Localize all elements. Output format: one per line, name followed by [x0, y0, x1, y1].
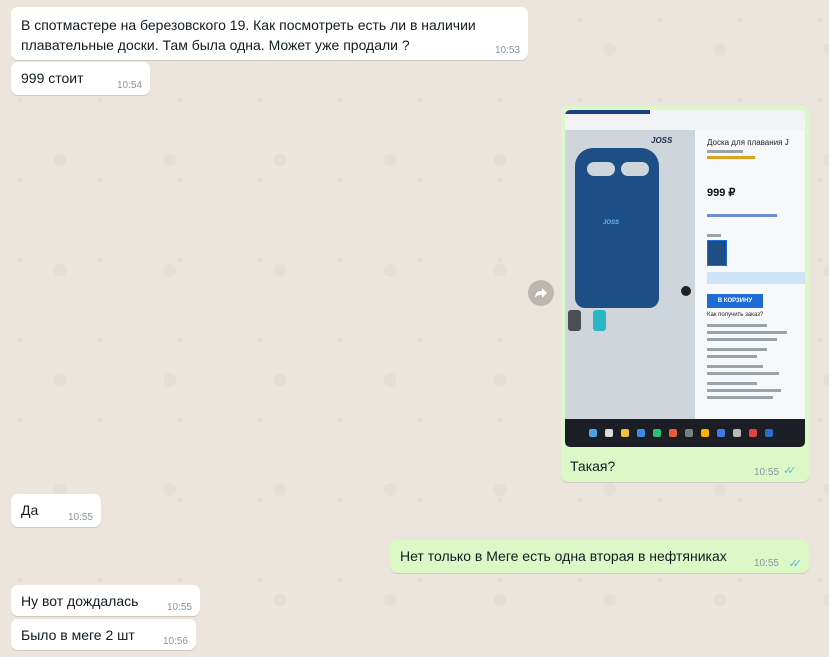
photo-topbar — [565, 110, 650, 114]
forward-arrow-icon — [535, 288, 547, 298]
message-time: 10:55 — [166, 602, 192, 613]
message-bubble-outgoing[interactable]: Нет только в Меге есть одна вторая в неф… — [390, 540, 809, 573]
photo-browser-tabs — [565, 110, 805, 130]
forward-button[interactable] — [528, 280, 554, 306]
message-text: Нет только в Меге есть одна вторая в неф… — [400, 548, 727, 564]
image-attachment[interactable]: JOSS JOSS Доска для плавания J 999 ₽ В К… — [565, 110, 805, 447]
photo-product-title: Доска для плавания J — [707, 138, 789, 147]
message-bubble-incoming[interactable]: Да 10:55 — [11, 494, 101, 527]
photo-product-price: 999 ₽ — [707, 187, 736, 199]
message-text: Было в меге 2 шт — [21, 627, 135, 643]
message-time: 10:55 — [67, 512, 93, 523]
message-bubble-incoming[interactable]: 999 стоит 10:54 — [11, 62, 150, 95]
double-check-icon: ✓✓ — [788, 558, 803, 570]
double-check-icon: ✓✓ — [783, 465, 797, 477]
photo-banner — [707, 272, 805, 284]
image-caption: Такая? — [570, 458, 616, 474]
message-time: 10:53 — [494, 45, 520, 56]
message-time: 10:54 — [116, 80, 142, 91]
thumbnail-gray — [568, 310, 581, 331]
photo-color-swatch — [707, 240, 727, 266]
thumbnail-teal — [593, 310, 606, 331]
message-bubble-incoming[interactable]: Было в меге 2 шт 10:56 — [11, 619, 196, 650]
photo-delivery-heading: Как получить заказ? — [707, 312, 764, 318]
photo-product-info: JOSS Доска для плавания J 999 ₽ В КОРЗИН… — [651, 130, 805, 420]
photo-taskbar — [565, 419, 805, 447]
photo-brand: JOSS — [651, 136, 673, 145]
message-text: В спотмастере на березовского 19. Как по… — [21, 17, 476, 33]
message-time: 10:55 — [753, 558, 779, 569]
photo-product-gallery: JOSS — [565, 130, 695, 420]
message-time: 10:55 — [754, 467, 780, 478]
board-logo: JOSS — [603, 220, 620, 226]
photo-cart-button: В КОРЗИНУ — [707, 294, 763, 308]
kickboard-image: JOSS — [575, 148, 659, 308]
message-bubble-incoming[interactable]: В спотмастере на березовского 19. Как по… — [11, 7, 528, 60]
message-text: плавательные доски. Там была одна. Может… — [21, 37, 410, 53]
message-text: Ну вот дождалась — [21, 593, 139, 609]
message-bubble-incoming[interactable]: Ну вот дождалась 10:55 — [11, 585, 200, 616]
zoom-icon — [681, 286, 691, 296]
message-time: 10:56 — [162, 636, 188, 647]
